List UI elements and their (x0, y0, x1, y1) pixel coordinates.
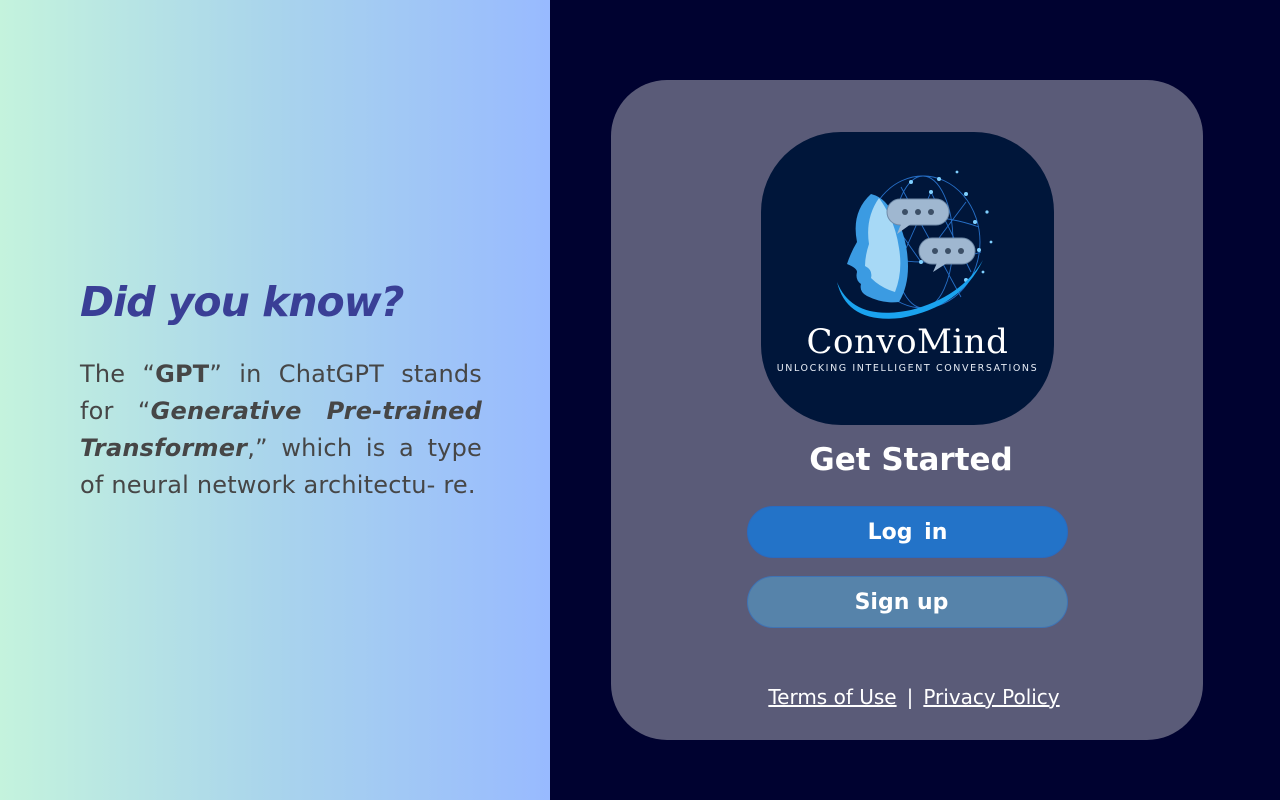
info-panel: Did you know? The “GPT” in ChatGPT stand… (0, 0, 550, 800)
signup-button[interactable]: Sign up (747, 576, 1068, 628)
get-started-heading: Get Started (809, 442, 1013, 478)
privacy-policy-link[interactable]: Privacy Policy (923, 685, 1059, 709)
logo-tagline: UNLOCKING INTELLIGENT CONVERSATIONS (776, 363, 1039, 374)
fact-gpt-term: GPT (155, 360, 210, 388)
fact-paragraph: The “GPT” in ChatGPT stands for “Generat… (80, 356, 482, 504)
did-you-know-heading: Did you know? (80, 278, 404, 326)
signup-button-label: Sign up (854, 589, 949, 615)
ai-head-icon (837, 170, 993, 319)
get-started-card: ConvoMind UNLOCKING INTELLIGENT CONVERSA… (611, 80, 1203, 740)
link-separator: | (906, 685, 914, 709)
fact-text-1: The “ (80, 360, 156, 388)
auth-panel: ConvoMind UNLOCKING INTELLIGENT CONVERSA… (550, 0, 1280, 800)
terms-of-use-link[interactable]: Terms of Use (768, 685, 896, 709)
login-button[interactable]: Log in (747, 506, 1068, 558)
login-button-label: Log in (867, 519, 948, 545)
logo-wordmark: ConvoMind (806, 322, 1009, 362)
legal-links: Terms of Use | Privacy Policy (611, 685, 1203, 709)
app-logo: ConvoMind UNLOCKING INTELLIGENT CONVERSA… (761, 132, 1054, 425)
